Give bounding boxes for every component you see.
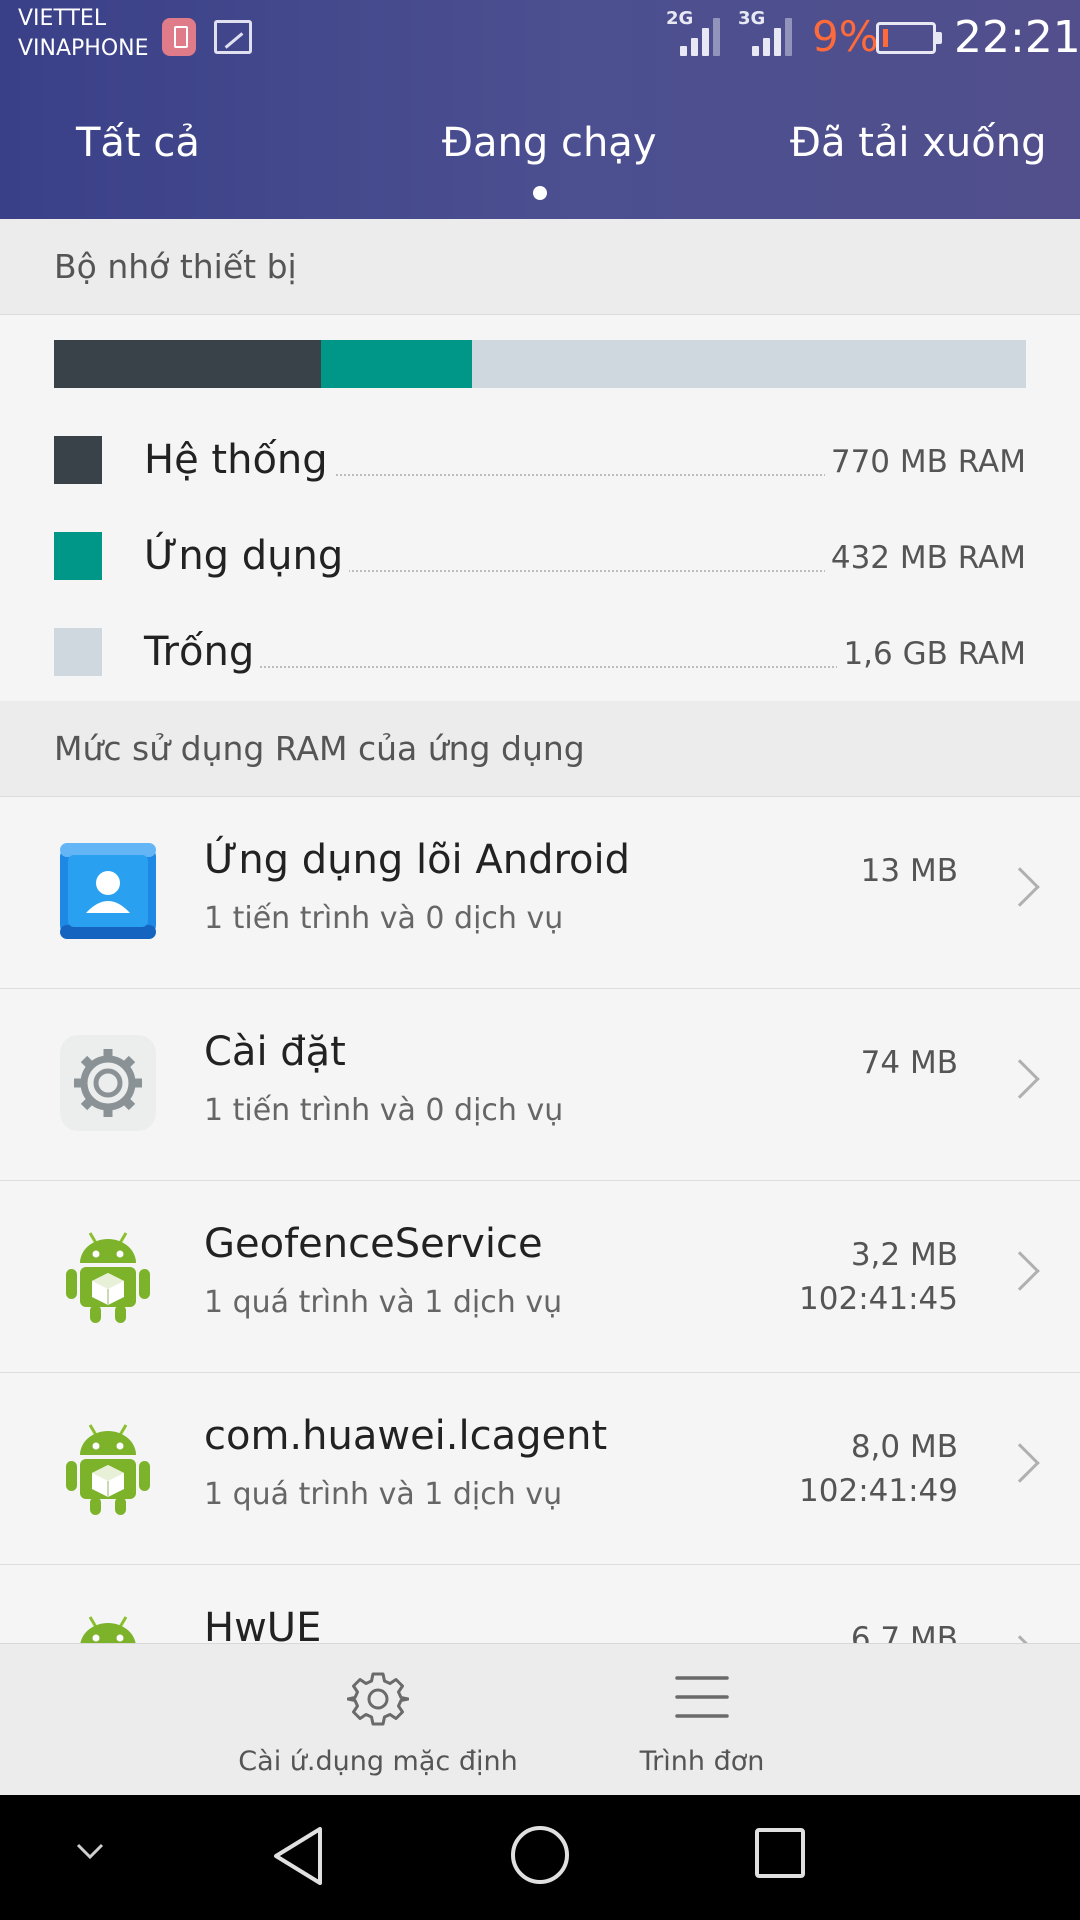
default-apps-button[interactable]: Cài ứ.dụng mặc định [228, 1644, 528, 1796]
legend-row-free: Trống 1,6 GB RAM [54, 622, 1026, 686]
carrier-labels: VIETTEL VINAPHONE [18, 4, 149, 64]
memory-usage-bar [54, 340, 1026, 388]
signal-icon-1 [680, 16, 724, 56]
app-name: com.huawei.lcagent [204, 1413, 608, 1459]
image-icon [214, 20, 252, 54]
chevron-right-icon [1000, 1443, 1040, 1483]
battery-icon [876, 22, 942, 54]
legend-label: Trống [144, 622, 261, 682]
app-ram-size: 13 MB [860, 853, 958, 889]
gear-icon [346, 1672, 410, 1726]
app-row-lcagent[interactable]: com.huawei.lcagent 1 quá trình và 1 dịch… [0, 1373, 1080, 1565]
app-run-time: 102:41:49 [799, 1473, 958, 1509]
status-bar: VIETTEL VINAPHONE 2G 3G 9% 22:21 [0, 0, 1080, 70]
bottom-action-bar: Cài ứ.dụng mặc định Trình đơn [0, 1643, 1080, 1795]
app-ram-size: 8,0 MB [850, 1429, 958, 1465]
android-package-icon [66, 1424, 150, 1515]
menu-button[interactable]: Trình đơn [602, 1644, 802, 1796]
memory-bar-free [471, 340, 1026, 388]
menu-icon [675, 1676, 729, 1718]
clock: 22:21 [954, 12, 1080, 63]
device-memory-header: Bộ nhớ thiết bị [0, 219, 1080, 315]
hide-nav-chevron-icon[interactable] [74, 1839, 106, 1863]
app-detail: 1 quá trình và 1 dịch vụ [204, 1285, 563, 1320]
app-detail: 1 quá trình và 1 dịch vụ [204, 1477, 563, 1512]
legend-value: 770 MB RAM [824, 430, 1026, 494]
settings-gear-icon [60, 1035, 156, 1131]
back-icon[interactable] [270, 1825, 326, 1887]
selected-tab-indicator [533, 186, 547, 200]
app-ram-size: 74 MB [860, 1045, 958, 1081]
legend-value: 1,6 GB RAM [837, 622, 1026, 686]
app-row-geofenceservice[interactable]: GeofenceService 1 quá trình và 1 dịch vụ… [0, 1181, 1080, 1373]
tab-running[interactable]: Đang chạy [442, 120, 657, 166]
chevron-right-icon [1000, 1251, 1040, 1291]
memory-bar-apps [321, 340, 472, 388]
default-apps-label: Cài ứ.dụng mặc định [238, 1746, 518, 1777]
legend-swatch-apps [54, 532, 102, 580]
recent-apps-icon[interactable] [752, 1825, 808, 1881]
chevron-right-icon [1000, 867, 1040, 907]
contacts-icon [60, 843, 156, 939]
battery-percent: 9% [812, 12, 879, 61]
app-name: Cài đặt [204, 1029, 346, 1075]
signal-icon-2 [752, 16, 796, 56]
app-row-settings[interactable]: Cài đặt 1 tiến trình và 0 dịch vụ 74 MB [0, 989, 1080, 1181]
memory-bar-system [54, 340, 322, 388]
app-detail: 1 tiến trình và 0 dịch vụ [204, 901, 564, 936]
app-name: Ứng dụng lõi Android [204, 837, 631, 883]
tab-downloaded[interactable]: Đã tải xuống [790, 120, 1046, 166]
tab-bar: Tất cả Đang chạy Đã tải xuống [0, 110, 1080, 210]
menu-label: Trình đơn [639, 1746, 765, 1777]
legend-row-apps: Ứng dụng 432 MB RAM [54, 526, 1026, 590]
app-run-time: 102:41:45 [799, 1281, 958, 1317]
legend-label: Ứng dụng [144, 526, 350, 586]
carrier-2: VINAPHONE [18, 36, 149, 61]
legend-swatch-system [54, 436, 102, 484]
app-row-android-core[interactable]: Ứng dụng lõi Android 1 tiến trình và 0 d… [0, 797, 1080, 989]
top-bar: VIETTEL VINAPHONE 2G 3G 9% 22:21 Tất cả … [0, 0, 1080, 219]
legend-label: Hệ thống [144, 430, 334, 490]
app-detail: 1 tiến trình và 0 dịch vụ [204, 1093, 564, 1128]
app-name: GeofenceService [204, 1221, 543, 1267]
app-ram-usage-header: Mức sử dụng RAM của ứng dụng [0, 701, 1080, 797]
chevron-right-icon [1000, 1059, 1040, 1099]
carrier-1: VIETTEL [18, 6, 107, 31]
android-package-icon [66, 1232, 150, 1323]
legend-row-system: Hệ thống 770 MB RAM [54, 430, 1026, 494]
tab-all[interactable]: Tất cả [76, 120, 200, 166]
home-icon[interactable] [508, 1823, 572, 1887]
navigation-bar [0, 1795, 1080, 1920]
legend-value: 432 MB RAM [824, 526, 1026, 590]
app-ram-size: 3,2 MB [850, 1237, 958, 1273]
legend-swatch-free [54, 628, 102, 676]
sim-icon [162, 18, 196, 56]
